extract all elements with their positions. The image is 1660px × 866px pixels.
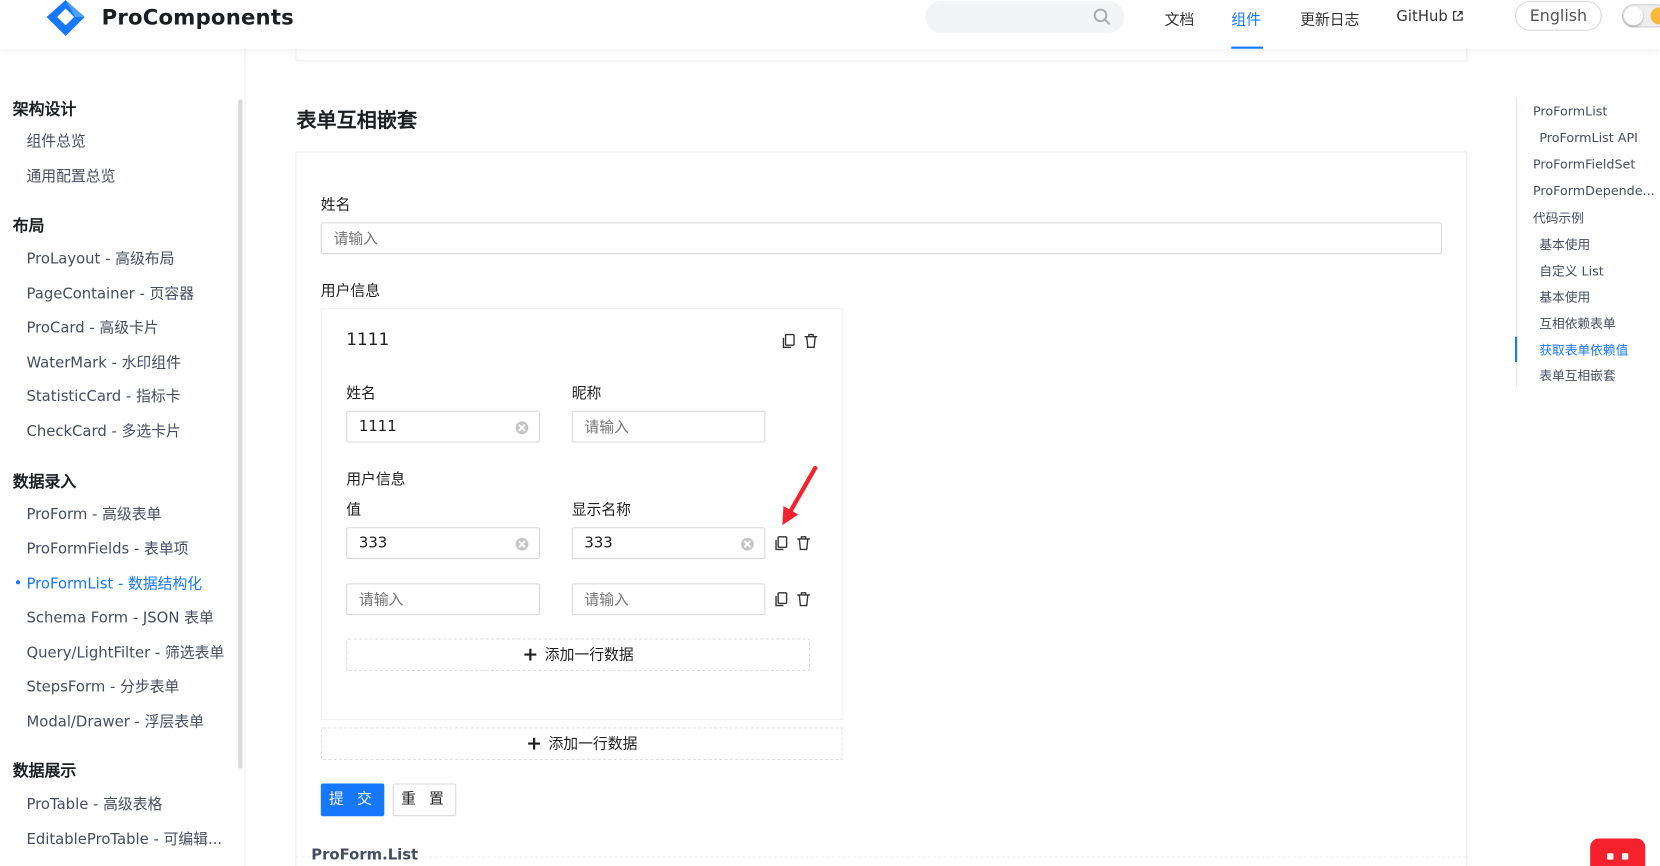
sidebar-item-statisticcard[interactable]: StatisticCard - 指标卡 bbox=[26, 385, 180, 406]
toc-item-active[interactable]: 获取表单依赖值 bbox=[1539, 341, 1628, 359]
sidebar-item-watermark[interactable]: WaterMark - 水印组件 bbox=[26, 351, 180, 372]
delete-icon[interactable] bbox=[796, 591, 811, 607]
toc-item[interactable]: 基本使用 bbox=[1539, 288, 1590, 306]
nav-github-label: GitHub bbox=[1396, 8, 1448, 26]
toggle-knob bbox=[1624, 6, 1644, 26]
sidebar-item-pagecontainer[interactable]: PageContainer - 页容器 bbox=[26, 283, 194, 304]
card-name-input[interactable]: 1111 bbox=[346, 410, 540, 443]
sun-icon bbox=[1650, 7, 1660, 25]
card-nickname-label: 昵称 bbox=[571, 385, 602, 403]
sidebar-item-editableprotable[interactable]: EditableProTable - 可编辑... bbox=[26, 828, 222, 849]
card-nickname-input[interactable] bbox=[571, 410, 766, 443]
robot-eye bbox=[1621, 853, 1629, 860]
search-icon[interactable] bbox=[1093, 7, 1112, 30]
delete-icon[interactable] bbox=[804, 332, 819, 348]
top-header: ProComponents 文档 组件 更新日志 GitHub English bbox=[0, 0, 1660, 49]
sidebar-item-proformlist[interactable]: ProFormList - 数据结构化 bbox=[15, 573, 202, 594]
toc-item[interactable]: ProFormFieldSet bbox=[1533, 157, 1635, 172]
card-name-value: 1111 bbox=[358, 418, 397, 436]
copy-icon[interactable] bbox=[781, 332, 796, 348]
sidebar-item-proform[interactable]: ProForm - 高级表单 bbox=[26, 503, 161, 524]
clear-icon[interactable] bbox=[741, 537, 754, 551]
display-name-label: 显示名称 bbox=[571, 501, 631, 519]
name-input[interactable] bbox=[320, 222, 1442, 255]
value-label: 值 bbox=[346, 501, 362, 519]
inner-add-row-label: 添加一行数据 bbox=[544, 646, 634, 664]
plus-icon: + bbox=[526, 732, 543, 755]
toc-item[interactable]: ProFormDepende... bbox=[1533, 183, 1655, 198]
toc-item[interactable]: 代码示例 bbox=[1533, 209, 1584, 227]
logo-icon[interactable] bbox=[46, 0, 85, 36]
toc-item[interactable]: ProFormList bbox=[1533, 104, 1607, 119]
sidebar-item-procard[interactable]: ProCard - 高级卡片 bbox=[26, 317, 158, 338]
feedback-robot-icon[interactable] bbox=[1590, 838, 1646, 866]
row1-display-input[interactable]: 333 bbox=[571, 527, 766, 559]
row1-display: 333 bbox=[584, 534, 613, 552]
row2-value-input[interactable] bbox=[346, 583, 540, 616]
sidebar-group-data-display: 数据展示 bbox=[12, 761, 77, 781]
row1-value-input[interactable]: 333 bbox=[346, 527, 540, 559]
user-info-label: 用户信息 bbox=[320, 282, 381, 300]
copy-icon[interactable] bbox=[774, 591, 789, 607]
previous-demo-frame bbox=[295, 48, 1468, 62]
robot-eye bbox=[1607, 853, 1614, 860]
search-input[interactable] bbox=[938, 1, 1097, 33]
theme-toggle[interactable] bbox=[1621, 4, 1660, 28]
nav-github[interactable]: GitHub bbox=[1396, 0, 1463, 49]
nav-docs[interactable]: 文档 bbox=[1165, 0, 1195, 49]
outer-add-row-button[interactable]: + 添加一行数据 bbox=[320, 727, 843, 761]
sidebar-item-stepsform[interactable]: StepsForm - 分步表单 bbox=[26, 675, 179, 696]
toc-item[interactable]: 基本使用 bbox=[1539, 235, 1590, 253]
toc-item[interactable]: ProFormList API bbox=[1539, 130, 1638, 145]
inner-user-info-label: 用户信息 bbox=[346, 471, 406, 489]
delete-icon[interactable] bbox=[796, 535, 811, 551]
toc-item[interactable]: 互相依赖表单 bbox=[1539, 314, 1615, 332]
sidebar-scrollbar[interactable] bbox=[238, 99, 243, 769]
plus-icon: + bbox=[522, 643, 539, 666]
nav-components[interactable]: 组件 bbox=[1231, 0, 1264, 49]
sidebar-group-layout: 布局 bbox=[12, 215, 45, 236]
clear-icon[interactable] bbox=[515, 537, 529, 551]
sidebar-item-overview[interactable]: 组件总览 bbox=[26, 130, 85, 151]
inner-add-row-button[interactable]: + 添加一行数据 bbox=[346, 638, 810, 672]
language-button[interactable]: English bbox=[1514, 1, 1602, 31]
sidebar-item-proformfields[interactable]: ProFormFields - 表单项 bbox=[26, 538, 188, 559]
logo-text[interactable]: ProComponents bbox=[102, 4, 294, 29]
sidebar-item-checkcard[interactable]: CheckCard - 多选卡片 bbox=[26, 420, 180, 441]
sidebar-item-query-lightfilter[interactable]: Query/LightFilter - 筛选表单 bbox=[26, 642, 224, 663]
copy-icon[interactable] bbox=[774, 535, 789, 551]
sidebar-group-architecture: 架构设计 bbox=[12, 99, 77, 119]
sidebar-item-protable[interactable]: ProTable - 高级表格 bbox=[26, 793, 162, 814]
toc-active-marker bbox=[1514, 336, 1518, 363]
divider bbox=[296, 856, 1467, 858]
toc-item[interactable]: 表单互相嵌套 bbox=[1539, 366, 1615, 384]
row2-display-input[interactable] bbox=[571, 583, 766, 616]
reset-button[interactable]: 重 置 bbox=[392, 783, 457, 817]
nav-changelog[interactable]: 更新日志 bbox=[1300, 0, 1359, 49]
sidebar-item-modal-drawer[interactable]: Modal/Drawer - 浮层表单 bbox=[26, 710, 203, 731]
outer-add-row-label: 添加一行数据 bbox=[548, 735, 638, 753]
card-name-label: 姓名 bbox=[346, 385, 376, 403]
demo-legend: ProForm.List bbox=[311, 846, 425, 864]
name-label: 姓名 bbox=[320, 196, 351, 214]
section-title: 表单互相嵌套 bbox=[296, 109, 418, 133]
sidebar-item-schemaform[interactable]: Schema Form - JSON 表单 bbox=[26, 607, 213, 628]
external-link-icon bbox=[1452, 8, 1464, 25]
annotation-arrow-icon bbox=[779, 465, 821, 534]
sidebar-group-data-entry: 数据录入 bbox=[12, 472, 77, 492]
clear-icon[interactable] bbox=[515, 421, 529, 435]
toc-item[interactable]: 自定义 List bbox=[1539, 261, 1603, 279]
submit-button[interactable]: 提 交 bbox=[320, 783, 385, 817]
card-title: 1111 bbox=[346, 329, 390, 350]
row1-value: 333 bbox=[358, 534, 388, 552]
search-box[interactable] bbox=[925, 1, 1125, 33]
sidebar-item-prolayout[interactable]: ProLayout - 高级布局 bbox=[26, 248, 174, 269]
sidebar-item-config-overview[interactable]: 通用配置总览 bbox=[26, 165, 115, 186]
